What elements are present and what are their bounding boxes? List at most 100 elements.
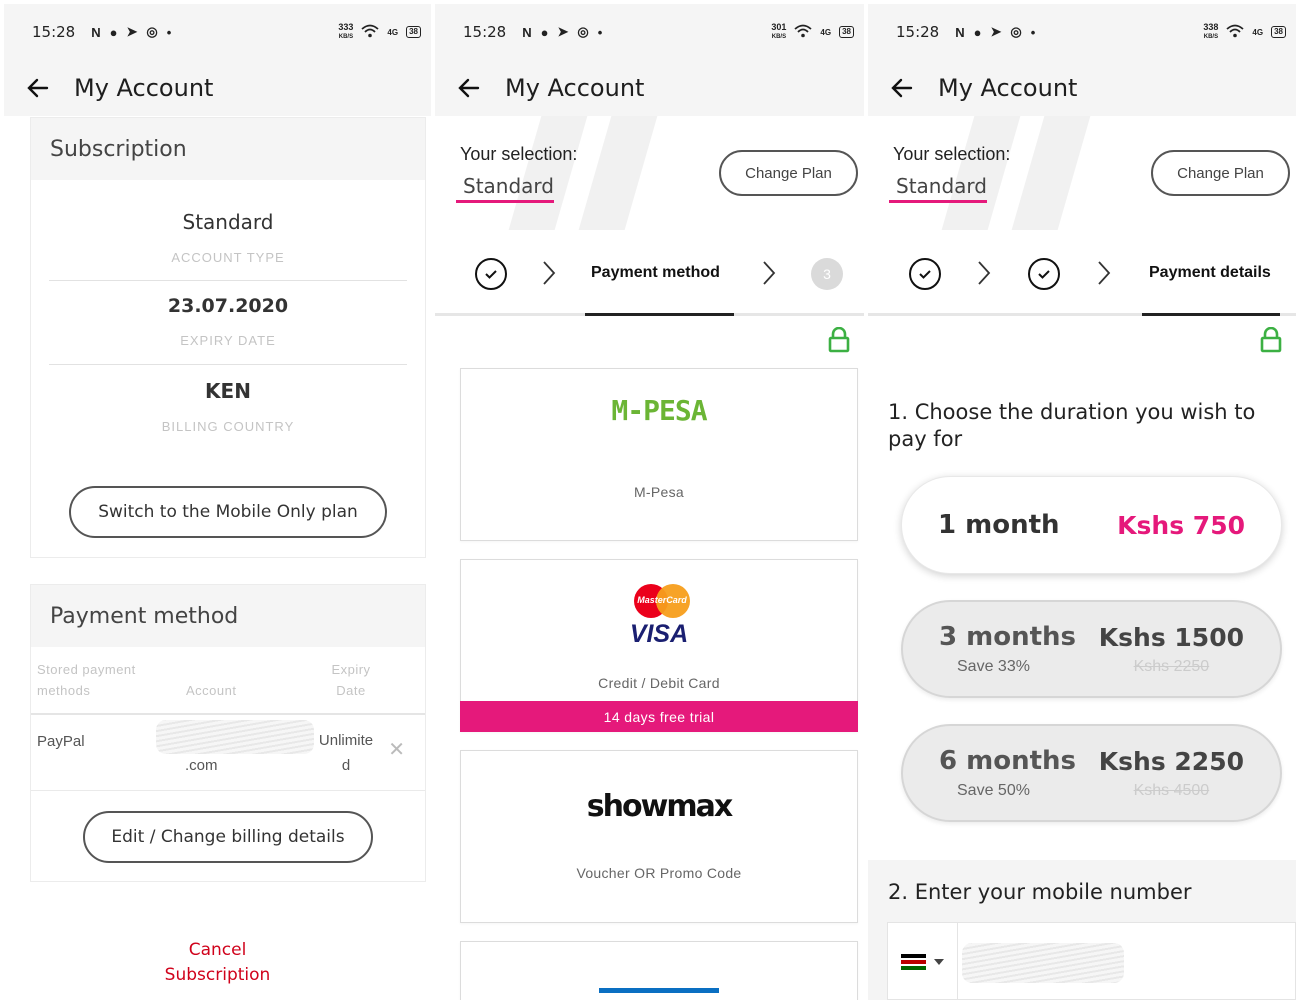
- back-arrow-icon[interactable]: [457, 76, 481, 100]
- duration-name: 1 month: [938, 510, 1060, 540]
- mobile-number-section: 2. Enter your mobile number: [868, 860, 1296, 1000]
- subscription-card: Subscription Standard ACCOUNT TYPE 23.07…: [30, 117, 426, 558]
- mastercard-text: MasterCard: [637, 595, 687, 605]
- speed-unit: KB/S: [1203, 34, 1219, 40]
- notification-icons: N ● ➤ ◎ •: [955, 24, 1035, 40]
- duration-option-6-months[interactable]: 6 months Save 50% Kshs 2250 Kshs 4500: [901, 724, 1282, 822]
- battery-icon: 38: [1271, 26, 1286, 38]
- back-arrow-icon[interactable]: [890, 76, 914, 100]
- decor-stripe: [941, 116, 1021, 230]
- progress-steps: Payment method 3: [435, 230, 864, 316]
- app-bar: My Account: [868, 60, 1296, 116]
- page-title: My Account: [74, 74, 214, 102]
- card-label: Credit / Debit Card: [598, 675, 720, 691]
- remove-icon[interactable]: ✕: [388, 737, 405, 762]
- dot-icon: •: [166, 24, 172, 40]
- free-trial-badge: 14 days free trial: [460, 701, 858, 732]
- redacted-phone-number: [962, 943, 1124, 983]
- duration-price: Kshs 1500: [1098, 622, 1244, 652]
- payment-option-mpesa[interactable]: M-PESA M-Pesa: [460, 368, 858, 541]
- step-complete-icon: [909, 258, 941, 290]
- duration-question: 1. Choose the duration you wish to pay f…: [888, 400, 1256, 451]
- netflix-icon: N: [955, 24, 965, 40]
- decor-stripe: [578, 116, 658, 230]
- kenya-flag-icon: [901, 954, 926, 970]
- system-icons: 333 KB/S 4G 38: [338, 23, 421, 41]
- duration-name: 3 months: [939, 622, 1077, 652]
- wifi-icon: [361, 24, 380, 41]
- payment-option-voucher[interactable]: showmax Voucher OR Promo Code: [460, 750, 858, 923]
- whatsapp-icon: ◎: [1010, 24, 1022, 39]
- app-bar: My Account: [4, 60, 431, 116]
- mpesa-logo: M-PESA: [611, 394, 707, 427]
- decor-stripe: [1011, 116, 1091, 230]
- payment-option-dstv[interactable]: [460, 941, 858, 1000]
- speed-unit: KB/S: [338, 34, 354, 40]
- showmax-logo: showmax: [586, 789, 733, 824]
- mobile-number-field[interactable]: [887, 922, 1296, 1000]
- app-icon: ●: [109, 24, 118, 40]
- billing-country: KEN BILLING COUNTRY: [31, 365, 425, 434]
- wifi-icon: [1226, 24, 1245, 41]
- mastercard-logo: MasterCard: [634, 584, 690, 618]
- duration-option-3-months[interactable]: 3 months Save 33% Kshs 1500 Kshs 2250: [901, 600, 1282, 698]
- status-time: 15:28: [32, 23, 76, 41]
- decor-stripe: [508, 116, 588, 230]
- active-step-underline: [1142, 313, 1280, 316]
- visa-logo: VISA: [629, 620, 689, 648]
- selection-value: Standard: [896, 174, 987, 198]
- chevron-right-icon: [543, 261, 556, 285]
- speed-value: 333: [338, 22, 354, 32]
- duration-old-price: Kshs 4500: [1133, 781, 1210, 799]
- notification-icons: N ● ➤ ◎ •: [91, 24, 171, 40]
- selection-underline: [889, 200, 987, 203]
- lock-icon: [828, 327, 850, 353]
- battery-icon: 38: [406, 26, 421, 38]
- redacted-email: [156, 719, 314, 754]
- voucher-label: Voucher OR Promo Code: [576, 865, 742, 881]
- col-expiry: Expiry Date: [331, 662, 371, 698]
- cancel-subscription-link[interactable]: Cancel Subscription: [4, 938, 431, 988]
- speed-unit: KB/S: [771, 34, 787, 40]
- step-current-label: Payment details: [1149, 264, 1271, 281]
- app-icon: ●: [540, 24, 549, 40]
- change-plan-button[interactable]: Change Plan: [1151, 150, 1290, 196]
- billing-country-label: BILLING COUNTRY: [161, 419, 295, 434]
- system-icons: 301 KB/S 4G 38: [771, 23, 854, 41]
- edit-billing-button[interactable]: Edit / Change billing details: [83, 811, 373, 863]
- whatsapp-icon: ◎: [146, 24, 158, 39]
- step-complete-icon: [1028, 258, 1060, 290]
- lock-icon: [1260, 327, 1282, 353]
- payment-expiry-value: Unlimited: [318, 731, 374, 774]
- change-plan-button[interactable]: Change Plan: [719, 150, 858, 196]
- duration-option-1-month[interactable]: 1 month Kshs 750: [901, 476, 1282, 574]
- signal-icon: 4G: [1252, 27, 1264, 37]
- wifi-icon: [794, 24, 813, 41]
- duration-savings: Save 33%: [957, 658, 1030, 675]
- step-current-label: Payment method: [591, 264, 720, 281]
- subscription-heading: Subscription: [31, 118, 425, 180]
- selection-banner: Your selection: Standard Change Plan: [868, 116, 1296, 230]
- navigation-icon: ➤: [126, 24, 138, 39]
- payment-method-card: Payment method Stored payment methods Ac…: [30, 584, 426, 882]
- back-arrow-icon[interactable]: [26, 76, 50, 100]
- country-code-selector[interactable]: [888, 923, 958, 1000]
- account-type-value: Standard: [182, 210, 274, 234]
- system-icons: 338 KB/S 4G 38: [1203, 23, 1286, 41]
- page-title: My Account: [938, 74, 1078, 102]
- selection-underline: [456, 200, 554, 203]
- status-time: 15:28: [896, 23, 940, 41]
- chevron-right-icon: [1098, 261, 1111, 285]
- duration-old-price: Kshs 2250: [1133, 657, 1210, 675]
- status-time: 15:28: [463, 23, 507, 41]
- signal-icon: 4G: [387, 27, 399, 37]
- status-bar: 15:28 N ● ➤ ◎ • 301 KB/S 4G 38: [435, 4, 864, 60]
- payment-option-card[interactable]: MasterCard VISA Credit / Debit Card 14 d…: [460, 559, 858, 732]
- expiry-date-label: EXPIRY DATE: [180, 333, 276, 348]
- duration-savings: Save 50%: [957, 782, 1030, 799]
- dot-icon: •: [597, 24, 603, 40]
- switch-plan-button[interactable]: Switch to the Mobile Only plan: [69, 486, 387, 538]
- payment-account-value: .com: [185, 756, 218, 774]
- col-stored-methods: Stored payment methods: [37, 662, 136, 698]
- panel-account-overview: 15:28 N ● ➤ ◎ • 333 KB/S 4G 38 My Account…: [4, 4, 431, 1000]
